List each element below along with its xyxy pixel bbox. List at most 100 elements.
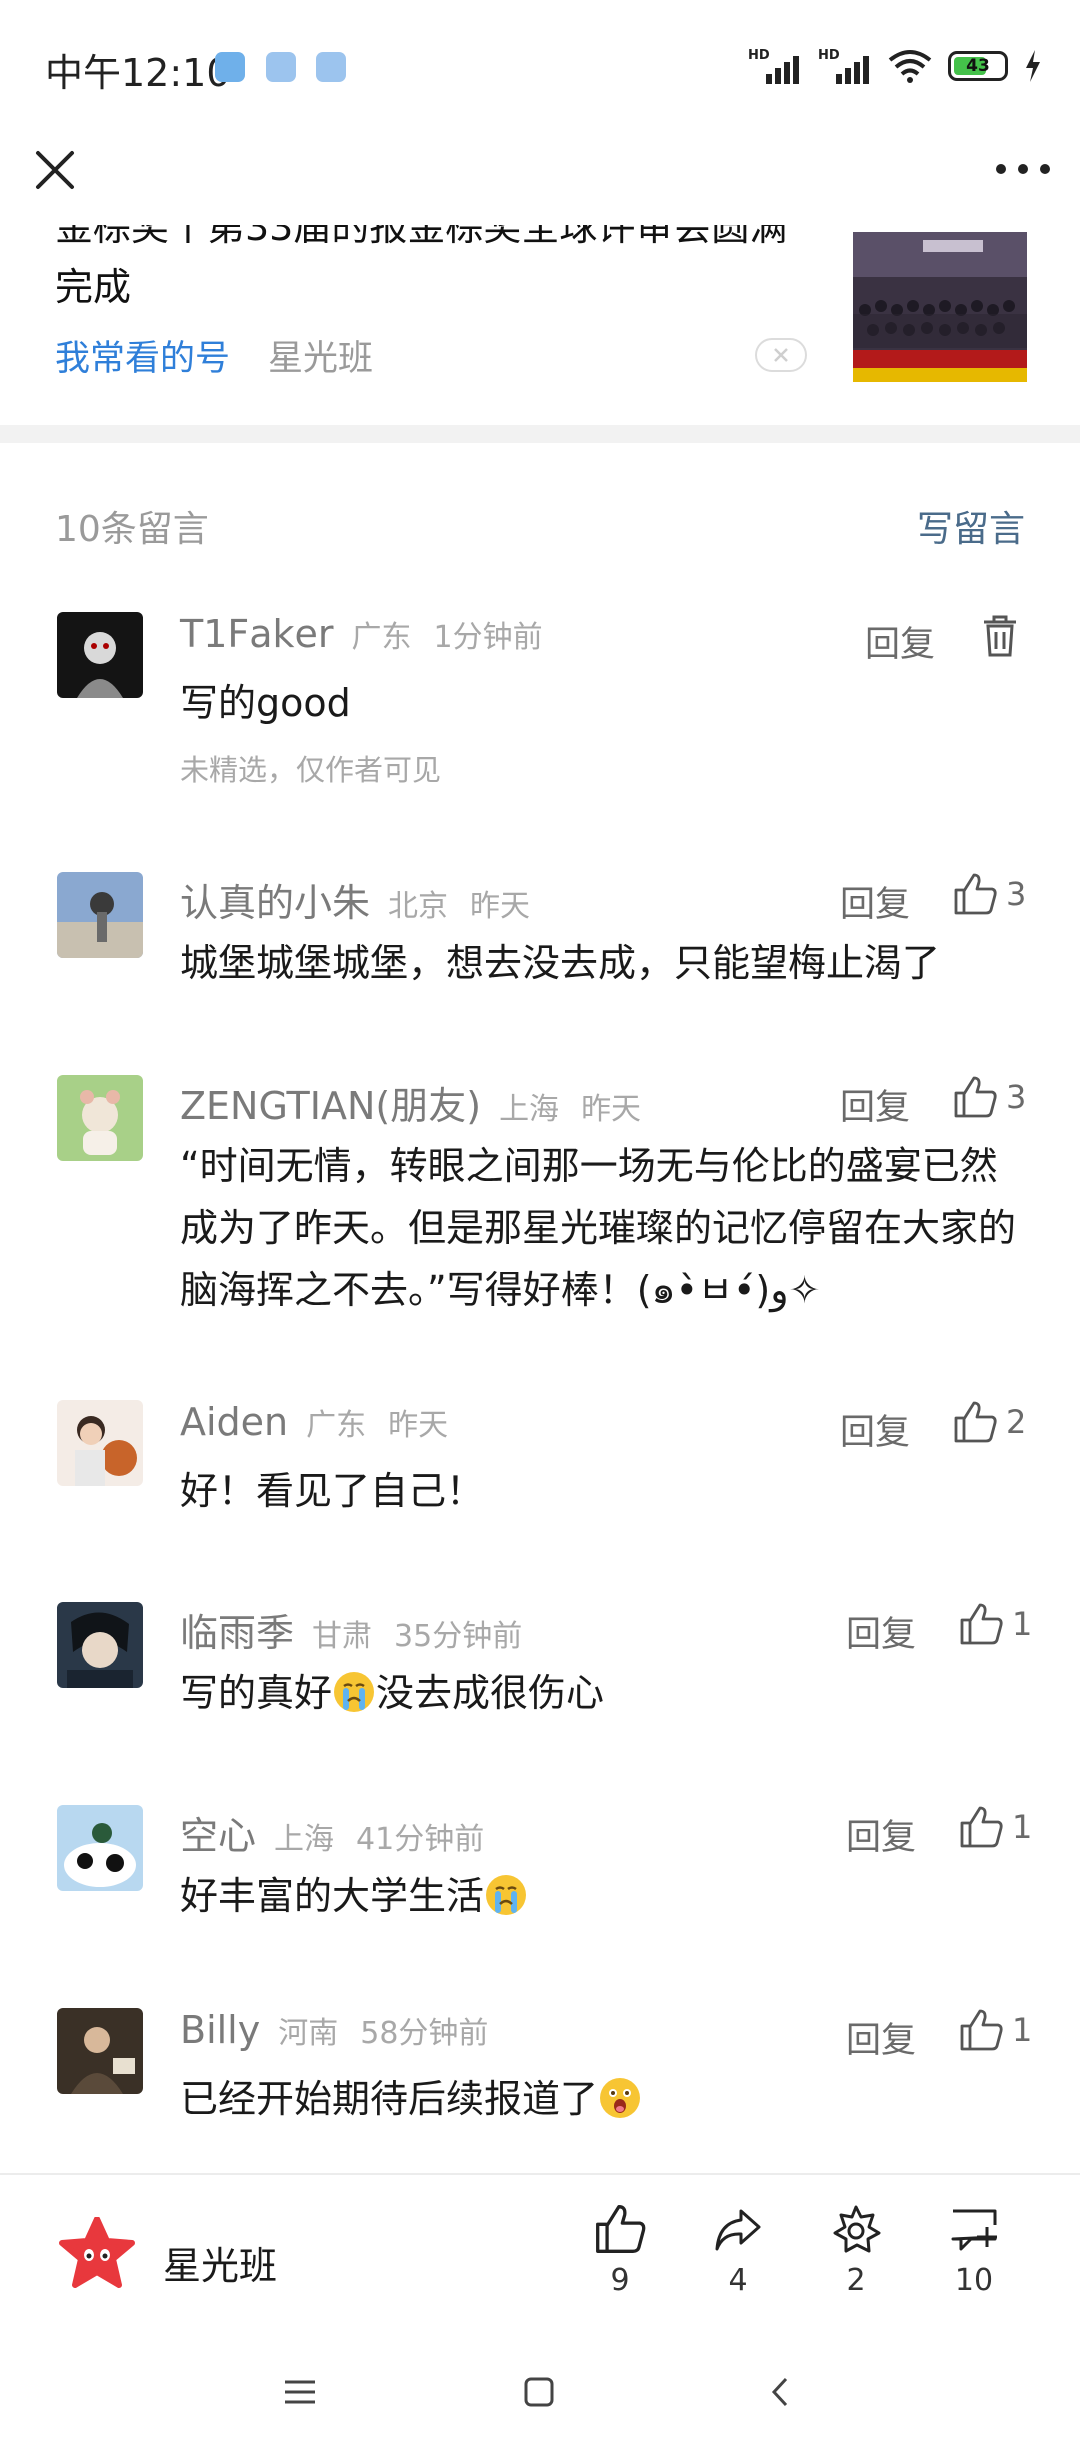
comment-visibility-note: 未精选，仅作者可见 (180, 753, 442, 787)
sparkle-icon (833, 2205, 881, 2253)
like-button[interactable]: 3 (952, 872, 1026, 916)
comment-author[interactable]: T1Fаkеr (180, 612, 334, 656)
comment-author[interactable]: ZENGTIAN(朋友) (180, 1075, 481, 1130)
home-icon[interactable] (522, 2375, 556, 2409)
like-count: 3 (1006, 875, 1027, 913)
comment-text: 好！看见了自己！ (180, 1469, 485, 1513)
reply-button[interactable]: 回复 (840, 876, 910, 927)
comment-time: 昨天 (581, 1092, 642, 1127)
comment-location: 上海 (274, 1822, 335, 1857)
comment-author[interactable]: Billy (180, 2008, 260, 2052)
comment-header: ZENGTIAN(朋友) 上海 昨天 (180, 1075, 642, 1128)
comment-count: 10条留言 (55, 509, 209, 550)
write-comment-button[interactable]: 写留言 (917, 500, 1025, 552)
comment-header: 空心 上海 41分钟前 (180, 1805, 484, 1858)
comment-text: 写的真好 没去成很伤心 (180, 1671, 605, 1715)
thumbs-up-icon (954, 873, 997, 915)
reply-button[interactable]: 回复 (840, 1079, 910, 1130)
account-logo[interactable] (58, 2217, 136, 2289)
like-button[interactable]: 1 (958, 1805, 1032, 1849)
share-icon (715, 2209, 761, 2251)
comments-header: 10条留言 写留言 (55, 500, 1025, 560)
share-button[interactable]: 4 (698, 2203, 778, 2298)
comment-text: 写的good (180, 681, 351, 725)
bottom-action-bar: 星光班 9 4 2 10 (0, 2173, 1080, 2335)
like-button[interactable]: 1 (958, 1602, 1032, 1646)
comment-header: T1Fаkеr 广东 1分钟前 (180, 612, 543, 662)
comment-location: 上海 (499, 1092, 560, 1127)
reply-button[interactable]: 回复 (846, 2012, 916, 2063)
notification-app-icon (266, 52, 296, 82)
back-icon[interactable] (768, 2375, 792, 2409)
reply-button[interactable]: 回复 (846, 1809, 916, 1860)
thumbs-up-icon (960, 1806, 1003, 1848)
avatar[interactable] (57, 1400, 143, 1486)
like-count: 1 (1012, 1808, 1033, 1846)
thumbs-up-icon (596, 2205, 646, 2253)
like-count: 1 (1012, 1605, 1033, 1643)
top-bar (0, 135, 1080, 225)
share-count: 4 (728, 2263, 748, 2298)
comment-time: 58分钟前 (360, 2016, 489, 2051)
account-name[interactable]: 星光班 (163, 2235, 277, 2290)
status-bar: 中午12:10 HD HD 43 (0, 0, 1080, 135)
thumbs-up-icon (954, 1401, 997, 1443)
dismiss-button[interactable] (755, 338, 807, 372)
like-button[interactable]: 3 (952, 1075, 1026, 1119)
comment-text: “时间无情，转眼之间那一场无与伦比的盛宴已然成为了昨天。但是那星光璀璨的记忆停留… (180, 1144, 1017, 1312)
comment-author[interactable]: 空心 (180, 1805, 256, 1860)
crying-emoji-icon (486, 1875, 527, 1915)
menu-icon[interactable] (282, 2377, 318, 2407)
more-icon[interactable] (994, 159, 1052, 179)
avatar[interactable] (57, 872, 143, 958)
frequent-account-label[interactable]: 我常看的号 (55, 330, 230, 381)
comment-author[interactable]: 临雨季 (180, 1602, 294, 1657)
close-icon[interactable] (30, 145, 80, 195)
wow-button[interactable]: 2 (816, 2203, 896, 2298)
avatar[interactable] (57, 1602, 143, 1688)
like-button[interactable]: 2 (952, 1400, 1026, 1444)
comment-header: 临雨季 甘肃 35分钟前 (180, 1602, 523, 1655)
avatar[interactable] (57, 2008, 143, 2094)
comment-time: 1分钟前 (433, 620, 543, 655)
like-article-button[interactable]: 9 (580, 2203, 660, 2298)
avatar[interactable] (57, 1075, 143, 1161)
comment-time: 35分钟前 (394, 1619, 523, 1654)
signal-icon: HD (748, 48, 802, 84)
trash-icon[interactable] (980, 614, 1020, 658)
notification-app-icon (215, 52, 245, 82)
comment-header: 认真的小朱 北京 昨天 (180, 872, 530, 925)
avatar[interactable] (57, 1805, 143, 1891)
status-icons: HD HD 43 (748, 46, 1042, 86)
comment-button[interactable]: 10 (934, 2203, 1014, 2298)
reply-button[interactable]: 回复 (846, 1606, 916, 1657)
signal-icon: HD (818, 48, 872, 84)
comment-text: 已经开始期待后续报道了 (180, 2068, 1020, 2130)
comment-text: 城堡城堡城堡，想去没去成，只能望梅止渴了 (180, 941, 941, 985)
crying-emoji-icon (334, 1672, 375, 1712)
related-article-card[interactable]: 金棕奖丨第33届的报金棕奖全球评审会圆满完成 我常看的号 星光班 (0, 225, 1080, 425)
comment-author[interactable]: 认真的小朱 (180, 872, 370, 927)
thumbs-up-icon (960, 1603, 1003, 1645)
comment-location: 北京 (388, 889, 449, 924)
wifi-icon (888, 50, 932, 83)
article-thumbnail[interactable] (853, 232, 1027, 382)
status-time: 中午12:10 (45, 51, 231, 95)
article-source: 星光班 (268, 339, 374, 379)
notification-app-icon (316, 52, 346, 82)
reply-button[interactable]: 回复 (840, 1404, 910, 1455)
comment-time: 昨天 (388, 1408, 449, 1443)
battery-icon: 43 (948, 51, 1008, 81)
comment-header: Billy 河南 58分钟前 (180, 2008, 488, 2058)
comment-author[interactable]: Aiden (180, 1400, 288, 1444)
comment-location: 广东 (351, 620, 412, 655)
like-count: 9 (610, 2263, 630, 2298)
like-count: 1 (1012, 2011, 1033, 2049)
avatar[interactable] (57, 612, 143, 698)
reply-button[interactable]: 回复 (865, 616, 935, 667)
like-button[interactable]: 1 (958, 2008, 1032, 2052)
comment-header: Aiden 广东 昨天 (180, 1400, 448, 1450)
article-title[interactable]: 金棕奖丨第33届的报金棕奖全球评审会圆满完成 (55, 225, 815, 317)
charging-icon (1026, 50, 1040, 82)
wow-count: 2 (846, 2263, 866, 2298)
